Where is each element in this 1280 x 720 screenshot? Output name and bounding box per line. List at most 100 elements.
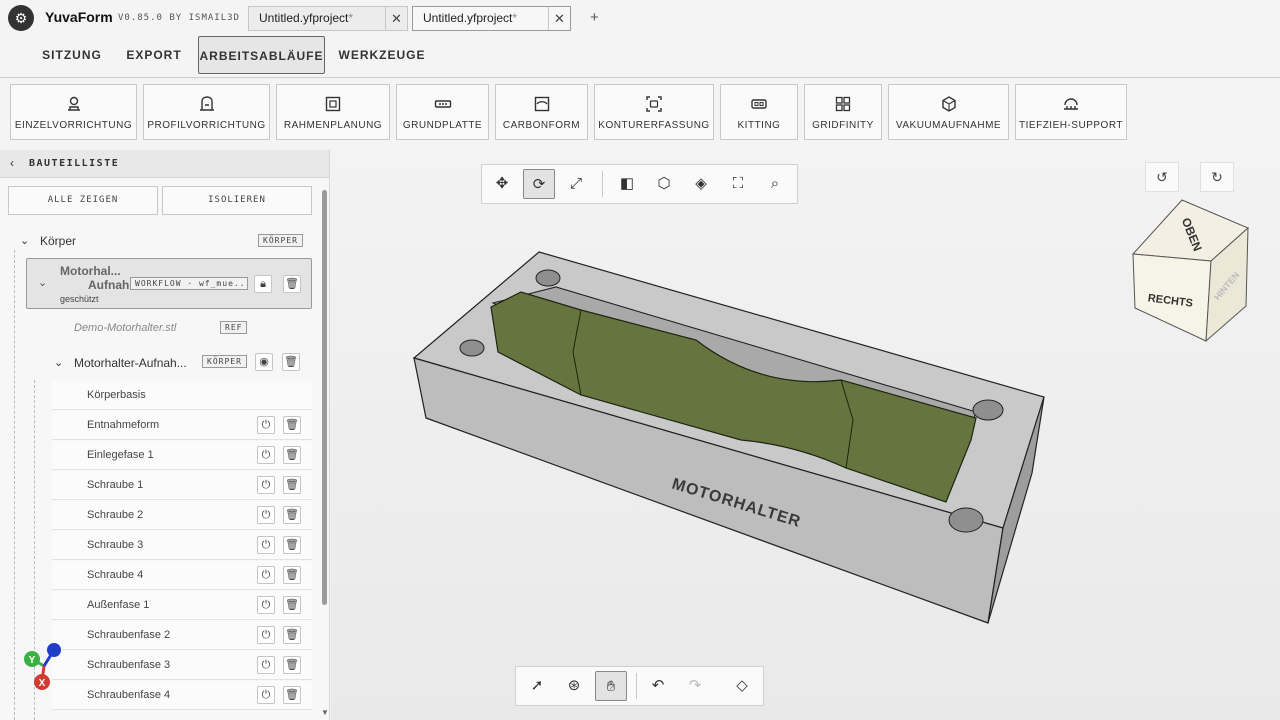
isolate-button[interactable]: ISOLIEREN — [162, 186, 312, 215]
menu-export[interactable]: EXPORT — [120, 36, 188, 74]
feature-label: Schraube 3 — [87, 539, 144, 551]
feature-row[interactable]: Entnahmeform ⏻ 🗑︎ — [52, 411, 312, 440]
expand-group-icon[interactable]: ⌄ — [38, 276, 47, 289]
feature-row[interactable]: Schraube 4 ⏻ 🗑︎ — [52, 561, 312, 590]
workflow-label: GRUNDPLATTE — [402, 120, 483, 131]
expand-body-icon[interactable]: ⌄ — [54, 356, 63, 369]
delete-icon[interactable]: 🗑︎ — [283, 416, 301, 434]
model-fixture[interactable]: MOTORHALTER — [401, 240, 1061, 640]
view-toolbar: ✥ ⟳ ⤢ ◧ ⬡ ◈ ⛶ ⌕ — [481, 164, 798, 204]
feature-row[interactable]: Einlegefase 1 ⏻ 🗑︎ — [52, 441, 312, 470]
delete-icon[interactable]: 🗑︎ — [283, 536, 301, 554]
scale-icon[interactable]: ⤢ — [560, 169, 592, 199]
select-cursor-icon[interactable]: ➚ — [521, 671, 553, 701]
toggle-power-icon[interactable]: ⏻ — [257, 446, 275, 464]
delete-icon[interactable]: 🗑︎ — [282, 353, 300, 371]
delete-icon[interactable]: 🗑︎ — [283, 566, 301, 584]
toggle-power-icon[interactable]: ⏻ — [257, 416, 275, 434]
feature-row[interactable]: Schraube 3 ⏻ 🗑︎ — [52, 531, 312, 560]
scrollbar-thumb[interactable] — [322, 190, 327, 605]
workflow-profilvorrichtung-button[interactable]: PROFILVORRICHTUNG — [143, 84, 270, 140]
front-view-icon[interactable]: ◧ — [611, 169, 643, 199]
toggle-power-icon[interactable]: ⏻ — [257, 596, 275, 614]
delete-icon[interactable]: 🗑︎ — [283, 626, 301, 644]
new-tab-button[interactable]: + — [590, 9, 599, 26]
feature-row[interactable]: Schraube 2 ⏻ 🗑︎ — [52, 501, 312, 530]
feature-label: Schraube 2 — [87, 509, 144, 521]
toggle-power-icon[interactable]: ⏻ — [257, 566, 275, 584]
collapse-panel-icon[interactable]: ‹ — [10, 156, 14, 170]
file-tab-2[interactable]: Untitled.yfproject* ✕ — [412, 6, 571, 31]
section-plane-icon[interactable]: ◇ — [726, 671, 758, 701]
workflow-kitting-button[interactable]: KITTING — [720, 84, 798, 140]
tree-root-label[interactable]: Körper — [40, 234, 76, 248]
menu-arbeitsablaeufe[interactable]: ARBEITSABLÄUFE — [198, 36, 325, 74]
app-logo-icon[interactable]: ⚙ — [8, 5, 34, 31]
menu-sitzung[interactable]: SITZUNG — [32, 36, 112, 74]
lock-icon[interactable]: 🔒︎ — [254, 275, 272, 293]
pan-hand-icon[interactable]: ✋︎ — [595, 671, 627, 701]
tree-guide-line — [14, 250, 15, 720]
3d-viewport[interactable]: ✥ ⟳ ⤢ ◧ ⬡ ◈ ⛶ ⌕ ↺ ↻ OBEN RECHTS HINTEN M… — [331, 150, 1280, 720]
rotate-view-left-icon[interactable]: ↺ — [1145, 162, 1179, 192]
toggle-power-icon[interactable]: ⏻ — [257, 656, 275, 674]
redo-icon[interactable]: ↷ — [679, 671, 711, 701]
workflow-group-row[interactable]: ⌄ Motorhal... Aufnahme geschützt WORKFLO… — [26, 258, 312, 309]
move-icon[interactable]: ✥ — [486, 169, 518, 199]
delete-icon[interactable]: 🗑︎ — [283, 506, 301, 524]
eye-icon[interactable]: ◉ — [255, 353, 273, 371]
undo-icon[interactable]: ↶ — [642, 671, 674, 701]
feature-row-koerperbasis[interactable]: Körperbasis — [52, 381, 312, 410]
file-tab-label: Untitled.yfproject — [259, 11, 349, 25]
close-tab-icon[interactable]: ✕ — [548, 7, 570, 30]
ref-badge: REF — [220, 321, 248, 334]
shaded-view-icon[interactable]: ◈ — [685, 169, 717, 199]
workflow-konturerfassung-button[interactable]: KONTURERFASSUNG — [594, 84, 714, 140]
fit-view-icon[interactable]: ⛶ — [722, 169, 754, 199]
rotate-view-right-icon[interactable]: ↻ — [1200, 162, 1234, 192]
toggle-power-icon[interactable]: ⏻ — [257, 506, 275, 524]
file-tab-1[interactable]: Untitled.yfproject* ✕ — [248, 6, 408, 31]
feature-row[interactable]: Schraubenfase 3 ⏻ 🗑︎ — [52, 651, 312, 680]
zoom-selection-icon[interactable]: ⌕ — [759, 169, 791, 199]
feature-row[interactable]: Schraubenfase 4 ⏻ 🗑︎ — [52, 681, 312, 710]
menu-bar: SITZUNG EXPORT ARBEITSABLÄUFE WERKZEUGE — [0, 36, 1280, 76]
workflow-carbonform-button[interactable]: CARBONFORM — [495, 84, 588, 140]
toolbar-divider — [636, 673, 637, 699]
toggle-power-icon[interactable]: ⏻ — [257, 536, 275, 554]
feature-label: Schraubenfase 2 — [87, 629, 171, 641]
workflow-grundplatte-button[interactable]: GRUNDPLATTE — [396, 84, 489, 140]
close-tab-icon[interactable]: ✕ — [385, 7, 407, 30]
panel-header[interactable]: ‹ BAUTEILLISTE — [0, 150, 329, 178]
delete-icon[interactable]: 🗑︎ — [283, 275, 301, 293]
workflow-vakuumaufnahme-button[interactable]: VAKUUMAUFNAHME — [888, 84, 1009, 140]
orbit-icon[interactable]: ⊛ — [558, 671, 590, 701]
workflow-rahmenplanung-button[interactable]: RAHMENPLANUNG — [276, 84, 390, 140]
iso-view-icon[interactable]: ⬡ — [648, 169, 680, 199]
toggle-power-icon[interactable]: ⏻ — [257, 476, 275, 494]
delete-icon[interactable]: 🗑︎ — [283, 476, 301, 494]
delete-icon[interactable]: 🗑︎ — [283, 596, 301, 614]
delete-icon[interactable]: 🗑︎ — [283, 686, 301, 704]
body-label[interactable]: Motorhalter-Aufnah... — [74, 356, 187, 370]
feature-label: Körperbasis — [87, 389, 146, 401]
feature-row[interactable]: Schraubenfase 2 ⏻ 🗑︎ — [52, 621, 312, 650]
modified-mark: * — [512, 11, 518, 25]
workflow-einzelvorrichtung-button[interactable]: EINZELVORRICHTUNG — [10, 84, 137, 140]
delete-icon[interactable]: 🗑︎ — [283, 446, 301, 464]
toggle-power-icon[interactable]: ⏻ — [257, 686, 275, 704]
show-all-button[interactable]: ALLE ZEIGEN — [8, 186, 158, 215]
thermoform-icon — [1064, 98, 1078, 110]
feature-row[interactable]: Schraube 1 ⏻ 🗑︎ — [52, 471, 312, 500]
view-cube[interactable]: OBEN RECHTS HINTEN — [1126, 196, 1251, 346]
ref-file-label[interactable]: Demo-Motorhalter.stl — [74, 322, 176, 334]
rotate-icon[interactable]: ⟳ — [523, 169, 555, 199]
feature-row[interactable]: Außenfase 1 ⏻ 🗑︎ — [52, 591, 312, 620]
expand-root-icon[interactable]: ⌄ — [20, 234, 29, 247]
menu-werkzeuge[interactable]: WERKZEUGE — [334, 36, 430, 74]
toggle-power-icon[interactable]: ⏻ — [257, 626, 275, 644]
scroll-down-icon[interactable]: ▼ — [321, 708, 329, 717]
delete-icon[interactable]: 🗑︎ — [283, 656, 301, 674]
workflow-tiefzieh-support-button[interactable]: TIEFZIEH-SUPPORT — [1015, 84, 1127, 140]
workflow-gridfinity-button[interactable]: GRIDFINITY — [804, 84, 882, 140]
